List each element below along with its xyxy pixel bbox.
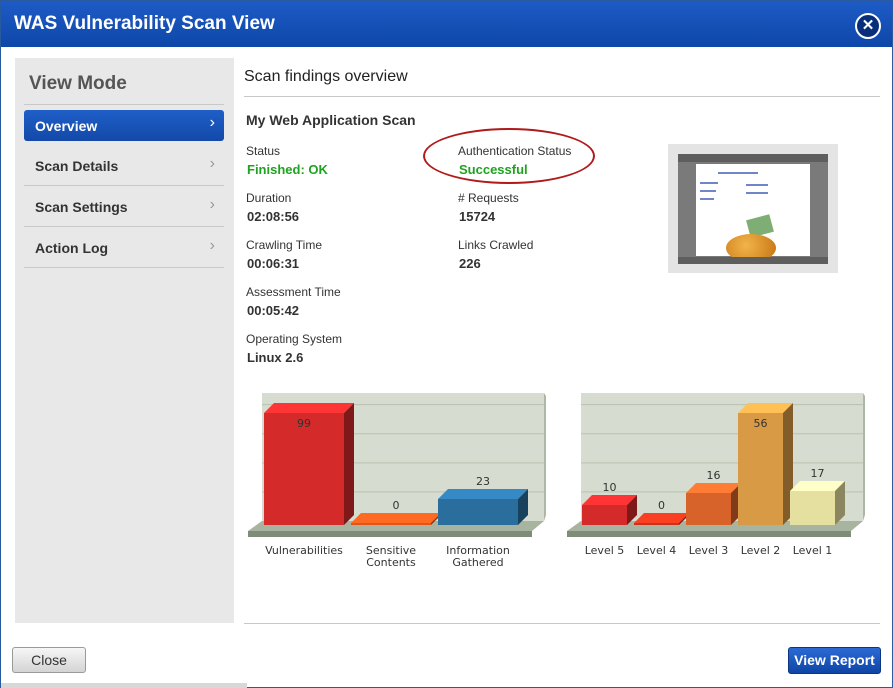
status-value: Finished: OK	[247, 162, 328, 177]
category-label: Level 5	[585, 544, 625, 557]
data-label: 17	[811, 467, 825, 480]
findings-by-type-svg: 99Vulnerabilities0SensitiveContents23Inf…	[248, 393, 546, 569]
chevron-right-icon: ›	[209, 114, 215, 131]
bar-top	[438, 488, 528, 499]
chevron-right-icon: ›	[209, 237, 215, 254]
data-label: 0	[658, 499, 665, 512]
data-label: 0	[393, 499, 400, 512]
vulnerabilities-by-level-chart: 10 Level 5 0 Level 4 16 Level 3 56 Level 2 17 Lev…	[567, 391, 867, 581]
site-screenshot-thumbnail[interactable]	[668, 144, 838, 273]
sidebar-item-label: Scan Settings	[35, 199, 128, 215]
data-label: 99	[297, 417, 311, 430]
chevron-right-icon: ›	[209, 155, 215, 172]
close-icon[interactable]: ✕	[855, 13, 881, 39]
status-label: Status	[246, 144, 281, 158]
horizontal-scrollbar[interactable]	[1, 683, 247, 688]
sidebar-item-label: Overview	[35, 118, 98, 134]
footer-divider	[244, 623, 880, 624]
sidebar-divider	[24, 104, 224, 105]
assessment-time-value: 00:05:42	[247, 303, 300, 318]
thumbnail-line	[700, 198, 714, 200]
chart-background-edge	[544, 393, 546, 521]
bar	[582, 505, 627, 525]
sidebar-item-action-log[interactable]: Action Log ›	[24, 228, 224, 268]
duration-value: 02:08:56	[247, 209, 300, 224]
thumbnail-line	[700, 182, 718, 184]
thumbnail-line	[718, 172, 758, 174]
bar-top	[264, 403, 354, 413]
category-label: Contents	[366, 556, 416, 569]
assessment-time-label: Assessment Time	[246, 285, 341, 299]
sidebar-item-scan-details[interactable]: Scan Details ›	[24, 146, 224, 186]
data-label: 16	[707, 469, 721, 482]
requests-label: # Requests	[458, 191, 519, 205]
chart-background-edge	[863, 393, 865, 521]
sidebar-item-scan-settings[interactable]: Scan Settings ›	[24, 187, 224, 227]
thumbnail-line	[746, 184, 768, 186]
title-bar: WAS Vulnerability Scan View ✕	[1, 1, 892, 47]
sidebar-item-overview[interactable]: Overview ›	[24, 110, 224, 141]
highlight-oval	[423, 128, 595, 184]
thumbnail-frame	[678, 154, 828, 264]
category-label: Level 1	[793, 544, 833, 557]
bar	[686, 493, 731, 525]
chart-floor-front	[567, 531, 851, 537]
data-label: 10	[603, 481, 617, 494]
operating-system-value: Linux 2.6	[247, 350, 304, 365]
links-crawled-label: Links Crawled	[458, 238, 534, 252]
sidebar-item-label: Action Log	[35, 240, 109, 256]
category-label: Level 3	[689, 544, 729, 557]
bar	[351, 523, 431, 525]
scan-view-dialog: WAS Vulnerability Scan View ✕ View Mode …	[0, 0, 893, 688]
chevron-right-icon: ›	[209, 196, 215, 213]
category-label: Gathered	[452, 556, 503, 569]
bar	[790, 491, 835, 525]
thumbnail-header	[678, 154, 828, 162]
crawling-time-value: 00:06:31	[247, 256, 300, 271]
thumbnail-line	[700, 190, 716, 192]
scan-name: My Web Application Scan	[246, 112, 416, 128]
sidebar-item-label: Scan Details	[35, 158, 119, 174]
bar	[438, 498, 518, 525]
chart-floor-front	[248, 531, 532, 537]
sidebar: View Mode Overview › Scan Details › Scan…	[15, 58, 234, 623]
category-label: Level 2	[741, 544, 781, 557]
sidebar-title: View Mode	[29, 73, 127, 94]
category-label: Level 4	[637, 544, 677, 557]
links-crawled-value: 226	[459, 256, 481, 271]
close-button[interactable]: Close	[12, 647, 86, 673]
bar-top	[351, 513, 441, 523]
category-label: Vulnerabilities	[265, 544, 343, 557]
view-report-button[interactable]: View Report	[788, 647, 881, 674]
findings-by-type-chart: 99 Vulnerabilities 0 Sensitive Contents 23 Inf…	[248, 391, 548, 581]
data-label: 56	[754, 417, 768, 430]
data-label: 23	[476, 475, 490, 488]
vulnerabilities-by-level-svg: 10 Level 5 0 Level 4 16 Level 3 56 Level 2 17 Lev…	[567, 393, 865, 557]
operating-system-label: Operating System	[246, 332, 343, 346]
thumbnail-line	[746, 192, 768, 194]
page-title: Scan findings overview	[244, 68, 408, 85]
crawling-time-label: Crawling Time	[246, 238, 323, 252]
bar	[634, 523, 679, 525]
bar-side	[344, 403, 354, 525]
heading-divider	[244, 96, 880, 97]
requests-value: 15724	[459, 209, 496, 224]
duration-label: Duration	[246, 191, 292, 205]
dialog-title: WAS Vulnerability Scan View	[14, 13, 275, 34]
thumbnail-page	[696, 164, 810, 262]
thumbnail-footer	[678, 257, 828, 264]
